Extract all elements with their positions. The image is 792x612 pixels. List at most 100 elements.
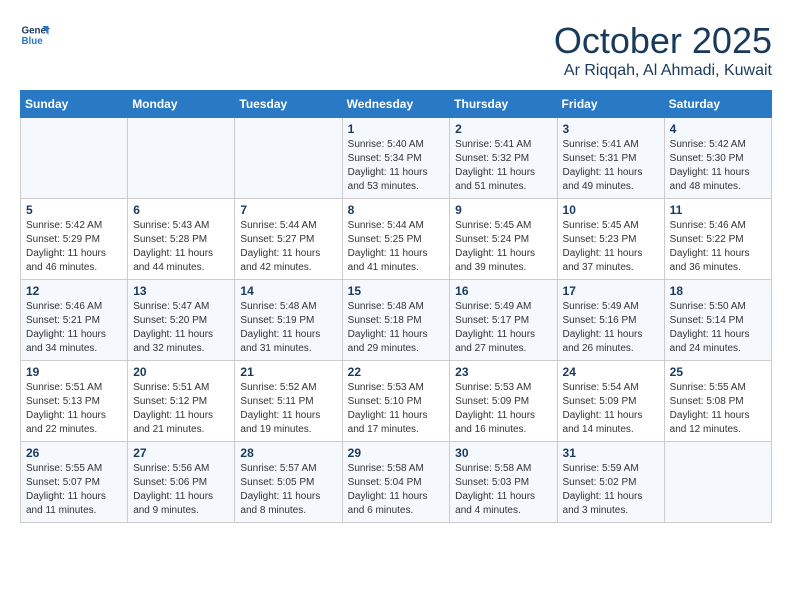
day-info: Sunrise: 5:49 AMSunset: 5:17 PMDaylight:… xyxy=(455,300,551,356)
calendar-day-cell: 28 Sunrise: 5:57 AMSunset: 5:05 PMDaylig… xyxy=(235,442,342,523)
day-number: 25 xyxy=(670,365,766,379)
day-number: 6 xyxy=(133,203,229,217)
calendar-day-cell: 16 Sunrise: 5:49 AMSunset: 5:17 PMDaylig… xyxy=(450,280,557,361)
calendar-day-cell: 24 Sunrise: 5:54 AMSunset: 5:09 PMDaylig… xyxy=(557,361,664,442)
day-info: Sunrise: 5:42 AMSunset: 5:30 PMDaylight:… xyxy=(670,138,766,194)
day-info: Sunrise: 5:56 AMSunset: 5:06 PMDaylight:… xyxy=(133,462,229,518)
day-info: Sunrise: 5:42 AMSunset: 5:29 PMDaylight:… xyxy=(26,219,122,275)
calendar-day-cell: 19 Sunrise: 5:51 AMSunset: 5:13 PMDaylig… xyxy=(21,361,128,442)
day-info: Sunrise: 5:49 AMSunset: 5:16 PMDaylight:… xyxy=(563,300,659,356)
day-info: Sunrise: 5:58 AMSunset: 5:04 PMDaylight:… xyxy=(348,462,445,518)
calendar-day-cell: 10 Sunrise: 5:45 AMSunset: 5:23 PMDaylig… xyxy=(557,199,664,280)
calendar-week-row: 1 Sunrise: 5:40 AMSunset: 5:34 PMDayligh… xyxy=(21,118,772,199)
calendar-day-cell: 26 Sunrise: 5:55 AMSunset: 5:07 PMDaylig… xyxy=(21,442,128,523)
day-number: 10 xyxy=(563,203,659,217)
day-number: 27 xyxy=(133,446,229,460)
day-info: Sunrise: 5:50 AMSunset: 5:14 PMDaylight:… xyxy=(670,300,766,356)
calendar-table: SundayMondayTuesdayWednesdayThursdayFrid… xyxy=(20,90,772,523)
weekday-header: Saturday xyxy=(664,91,771,118)
day-number: 20 xyxy=(133,365,229,379)
day-number: 23 xyxy=(455,365,551,379)
day-info: Sunrise: 5:44 AMSunset: 5:25 PMDaylight:… xyxy=(348,219,445,275)
day-number: 18 xyxy=(670,284,766,298)
calendar-day-cell: 27 Sunrise: 5:56 AMSunset: 5:06 PMDaylig… xyxy=(128,442,235,523)
calendar-day-cell: 20 Sunrise: 5:51 AMSunset: 5:12 PMDaylig… xyxy=(128,361,235,442)
day-info: Sunrise: 5:57 AMSunset: 5:05 PMDaylight:… xyxy=(240,462,336,518)
day-info: Sunrise: 5:53 AMSunset: 5:09 PMDaylight:… xyxy=(455,381,551,437)
day-number: 31 xyxy=(563,446,659,460)
calendar-day-cell: 18 Sunrise: 5:50 AMSunset: 5:14 PMDaylig… xyxy=(664,280,771,361)
day-number: 26 xyxy=(26,446,122,460)
day-number: 14 xyxy=(240,284,336,298)
day-info: Sunrise: 5:48 AMSunset: 5:19 PMDaylight:… xyxy=(240,300,336,356)
day-info: Sunrise: 5:48 AMSunset: 5:18 PMDaylight:… xyxy=(348,300,445,356)
day-number: 5 xyxy=(26,203,122,217)
svg-text:Blue: Blue xyxy=(22,36,44,47)
day-number: 30 xyxy=(455,446,551,460)
calendar-day-cell: 30 Sunrise: 5:58 AMSunset: 5:03 PMDaylig… xyxy=(450,442,557,523)
day-number: 13 xyxy=(133,284,229,298)
day-number: 7 xyxy=(240,203,336,217)
month-title: October 2025 xyxy=(554,20,772,62)
weekday-header: Sunday xyxy=(21,91,128,118)
day-info: Sunrise: 5:40 AMSunset: 5:34 PMDaylight:… xyxy=(348,138,445,194)
day-info: Sunrise: 5:45 AMSunset: 5:23 PMDaylight:… xyxy=(563,219,659,275)
calendar-day-cell: 23 Sunrise: 5:53 AMSunset: 5:09 PMDaylig… xyxy=(450,361,557,442)
calendar-day-cell: 25 Sunrise: 5:55 AMSunset: 5:08 PMDaylig… xyxy=(664,361,771,442)
day-info: Sunrise: 5:55 AMSunset: 5:07 PMDaylight:… xyxy=(26,462,122,518)
calendar-day-cell: 1 Sunrise: 5:40 AMSunset: 5:34 PMDayligh… xyxy=(342,118,450,199)
day-info: Sunrise: 5:47 AMSunset: 5:20 PMDaylight:… xyxy=(133,300,229,356)
calendar-week-row: 19 Sunrise: 5:51 AMSunset: 5:13 PMDaylig… xyxy=(21,361,772,442)
day-info: Sunrise: 5:54 AMSunset: 5:09 PMDaylight:… xyxy=(563,381,659,437)
weekday-header: Thursday xyxy=(450,91,557,118)
calendar-day-cell xyxy=(128,118,235,199)
day-number: 19 xyxy=(26,365,122,379)
day-info: Sunrise: 5:44 AMSunset: 5:27 PMDaylight:… xyxy=(240,219,336,275)
day-info: Sunrise: 5:52 AMSunset: 5:11 PMDaylight:… xyxy=(240,381,336,437)
calendar-week-row: 5 Sunrise: 5:42 AMSunset: 5:29 PMDayligh… xyxy=(21,199,772,280)
day-number: 22 xyxy=(348,365,445,379)
calendar-day-cell xyxy=(235,118,342,199)
weekday-header-row: SundayMondayTuesdayWednesdayThursdayFrid… xyxy=(21,91,772,118)
weekday-header: Friday xyxy=(557,91,664,118)
day-info: Sunrise: 5:46 AMSunset: 5:21 PMDaylight:… xyxy=(26,300,122,356)
day-number: 24 xyxy=(563,365,659,379)
page-header: General Blue October 2025 Ar Riqqah, Al … xyxy=(20,20,772,80)
day-info: Sunrise: 5:53 AMSunset: 5:10 PMDaylight:… xyxy=(348,381,445,437)
calendar-day-cell: 29 Sunrise: 5:58 AMSunset: 5:04 PMDaylig… xyxy=(342,442,450,523)
day-info: Sunrise: 5:46 AMSunset: 5:22 PMDaylight:… xyxy=(670,219,766,275)
calendar-day-cell: 5 Sunrise: 5:42 AMSunset: 5:29 PMDayligh… xyxy=(21,199,128,280)
day-number: 16 xyxy=(455,284,551,298)
calendar-day-cell: 15 Sunrise: 5:48 AMSunset: 5:18 PMDaylig… xyxy=(342,280,450,361)
logo: General Blue xyxy=(20,20,50,50)
day-number: 3 xyxy=(563,122,659,136)
day-number: 1 xyxy=(348,122,445,136)
calendar-day-cell xyxy=(664,442,771,523)
day-info: Sunrise: 5:55 AMSunset: 5:08 PMDaylight:… xyxy=(670,381,766,437)
logo-icon: General Blue xyxy=(20,20,50,50)
calendar-day-cell xyxy=(21,118,128,199)
calendar-week-row: 12 Sunrise: 5:46 AMSunset: 5:21 PMDaylig… xyxy=(21,280,772,361)
calendar-day-cell: 14 Sunrise: 5:48 AMSunset: 5:19 PMDaylig… xyxy=(235,280,342,361)
day-info: Sunrise: 5:51 AMSunset: 5:12 PMDaylight:… xyxy=(133,381,229,437)
day-info: Sunrise: 5:58 AMSunset: 5:03 PMDaylight:… xyxy=(455,462,551,518)
calendar-day-cell: 6 Sunrise: 5:43 AMSunset: 5:28 PMDayligh… xyxy=(128,199,235,280)
weekday-header: Wednesday xyxy=(342,91,450,118)
calendar-day-cell: 21 Sunrise: 5:52 AMSunset: 5:11 PMDaylig… xyxy=(235,361,342,442)
calendar-day-cell: 3 Sunrise: 5:41 AMSunset: 5:31 PMDayligh… xyxy=(557,118,664,199)
day-number: 8 xyxy=(348,203,445,217)
weekday-header: Tuesday xyxy=(235,91,342,118)
day-number: 29 xyxy=(348,446,445,460)
day-info: Sunrise: 5:41 AMSunset: 5:31 PMDaylight:… xyxy=(563,138,659,194)
day-number: 9 xyxy=(455,203,551,217)
calendar-day-cell: 8 Sunrise: 5:44 AMSunset: 5:25 PMDayligh… xyxy=(342,199,450,280)
day-info: Sunrise: 5:41 AMSunset: 5:32 PMDaylight:… xyxy=(455,138,551,194)
calendar-day-cell: 7 Sunrise: 5:44 AMSunset: 5:27 PMDayligh… xyxy=(235,199,342,280)
day-info: Sunrise: 5:45 AMSunset: 5:24 PMDaylight:… xyxy=(455,219,551,275)
day-number: 4 xyxy=(670,122,766,136)
day-info: Sunrise: 5:51 AMSunset: 5:13 PMDaylight:… xyxy=(26,381,122,437)
day-number: 12 xyxy=(26,284,122,298)
weekday-header: Monday xyxy=(128,91,235,118)
day-number: 21 xyxy=(240,365,336,379)
calendar-day-cell: 2 Sunrise: 5:41 AMSunset: 5:32 PMDayligh… xyxy=(450,118,557,199)
